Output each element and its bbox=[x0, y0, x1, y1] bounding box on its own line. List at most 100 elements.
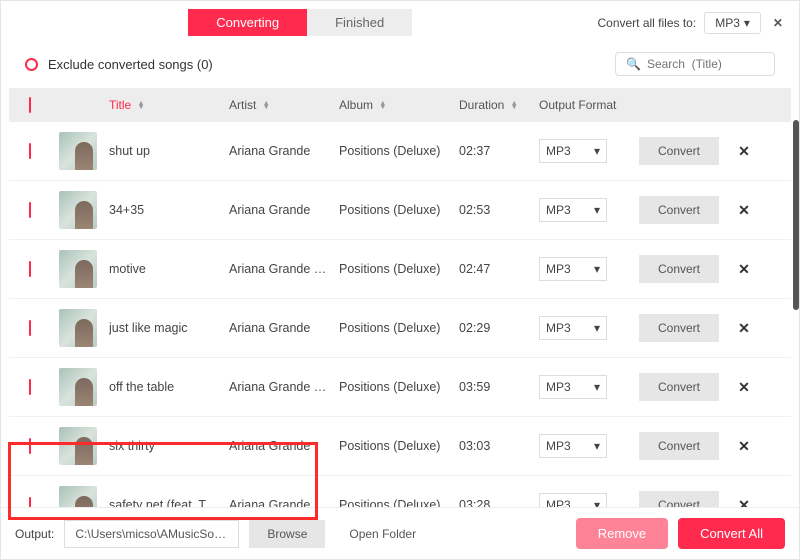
convert-button[interactable]: Convert bbox=[639, 491, 719, 507]
album-art bbox=[59, 368, 97, 406]
convert-button[interactable]: Convert bbox=[639, 255, 719, 283]
delete-row-icon[interactable]: ✕ bbox=[734, 202, 754, 218]
row-format-select[interactable]: MP3▾ bbox=[539, 198, 607, 222]
caret-down-icon: ▾ bbox=[594, 380, 600, 394]
tab-finished[interactable]: Finished bbox=[307, 9, 412, 36]
row-format-value: MP3 bbox=[546, 439, 571, 453]
album-art bbox=[59, 486, 97, 507]
cell-artist: Ariana Grande bbox=[229, 203, 339, 217]
convert-button[interactable]: Convert bbox=[639, 137, 719, 165]
global-format-select[interactable]: MP3 ▾ bbox=[704, 12, 761, 34]
convert-button[interactable]: Convert bbox=[639, 373, 719, 401]
album-art bbox=[59, 132, 97, 170]
remove-button[interactable]: Remove bbox=[576, 518, 668, 549]
cell-album: Positions (Deluxe) bbox=[339, 262, 459, 276]
open-folder-button[interactable]: Open Folder bbox=[335, 520, 430, 548]
sort-icon: ▲▼ bbox=[263, 102, 270, 110]
th-album[interactable]: Album ▲▼ bbox=[339, 98, 459, 112]
cell-album: Positions (Deluxe) bbox=[339, 144, 459, 158]
th-title[interactable]: Title ▲▼ bbox=[109, 98, 229, 112]
row-format-value: MP3 bbox=[546, 498, 571, 507]
cell-duration: 03:03 bbox=[459, 439, 539, 453]
cell-title: safety net (feat. Ty … bbox=[109, 498, 229, 507]
cell-artist: Ariana Grande & … bbox=[229, 262, 339, 276]
cell-title: motive bbox=[109, 262, 229, 276]
cell-duration: 02:37 bbox=[459, 144, 539, 158]
row-checkbox[interactable] bbox=[29, 261, 31, 277]
cell-title: six thirty bbox=[109, 439, 229, 453]
output-path[interactable]: C:\Users\micso\AMusicSoft … bbox=[64, 520, 239, 548]
row-checkbox[interactable] bbox=[29, 379, 31, 395]
row-format-select[interactable]: MP3 ▾ bbox=[539, 375, 607, 399]
caret-down-icon: ▾ bbox=[594, 498, 600, 507]
row-checkbox[interactable] bbox=[29, 438, 31, 454]
table-row: off the tableAriana Grande & …Positions … bbox=[9, 358, 791, 417]
delete-row-icon[interactable]: ✕ bbox=[734, 320, 754, 336]
cell-title: just like magic bbox=[109, 321, 229, 335]
album-art bbox=[59, 309, 97, 347]
row-format-select[interactable]: MP3▾ bbox=[539, 316, 607, 340]
convert-all-button[interactable]: Convert All bbox=[678, 518, 785, 549]
cell-title: off the table bbox=[109, 380, 229, 394]
delete-row-icon[interactable]: ✕ bbox=[734, 261, 754, 277]
cell-duration: 02:53 bbox=[459, 203, 539, 217]
table-header: Title ▲▼ Artist ▲▼ Album ▲▼ Duration ▲▼ … bbox=[9, 88, 791, 122]
browse-button[interactable]: Browse bbox=[249, 520, 325, 548]
th-artist-label: Artist bbox=[229, 98, 256, 112]
filter-row: Exclude converted songs (0) 🔍 bbox=[1, 44, 799, 84]
scrollbar-thumb[interactable] bbox=[793, 120, 799, 310]
th-album-label: Album bbox=[339, 98, 373, 112]
row-checkbox[interactable] bbox=[29, 202, 31, 218]
cell-duration: 03:28 bbox=[459, 498, 539, 507]
close-icon[interactable]: ✕ bbox=[769, 16, 787, 30]
th-duration-label: Duration bbox=[459, 98, 504, 112]
delete-row-icon[interactable]: ✕ bbox=[734, 143, 754, 159]
row-checkbox[interactable] bbox=[29, 143, 31, 159]
cell-duration: 03:59 bbox=[459, 380, 539, 394]
row-format-value: MP3 bbox=[546, 144, 571, 158]
tab-converting[interactable]: Converting bbox=[188, 9, 307, 36]
table-row: shut upAriana GrandePositions (Deluxe)02… bbox=[9, 122, 791, 181]
topbar-right: Convert all files to: MP3 ▾ ✕ bbox=[597, 12, 787, 34]
cell-artist: Ariana Grande & … bbox=[229, 380, 339, 394]
convert-button[interactable]: Convert bbox=[639, 196, 719, 224]
row-checkbox[interactable] bbox=[29, 497, 31, 507]
cell-album: Positions (Deluxe) bbox=[339, 203, 459, 217]
convert-all-label: Convert all files to: bbox=[597, 16, 696, 30]
th-duration[interactable]: Duration ▲▼ bbox=[459, 98, 539, 112]
table-row: 34+35Ariana GrandePositions (Deluxe)02:5… bbox=[9, 181, 791, 240]
row-format-value: MP3 bbox=[546, 262, 571, 276]
convert-button[interactable]: Convert bbox=[639, 314, 719, 342]
output-label: Output: bbox=[15, 527, 54, 541]
cell-album: Positions (Deluxe) bbox=[339, 380, 459, 394]
cell-title: shut up bbox=[109, 144, 229, 158]
caret-down-icon: ▾ bbox=[744, 16, 750, 30]
th-output-format: Output Format bbox=[539, 98, 639, 112]
search-box[interactable]: 🔍 bbox=[615, 52, 775, 76]
table-row: just like magicAriana GrandePositions (D… bbox=[9, 299, 791, 358]
row-format-select[interactable]: MP3▾ bbox=[539, 139, 607, 163]
delete-row-icon[interactable]: ✕ bbox=[734, 497, 754, 508]
row-checkbox[interactable] bbox=[29, 320, 31, 336]
tab-group: Converting Finished bbox=[188, 9, 412, 36]
caret-down-icon: ▾ bbox=[594, 262, 600, 276]
th-artist[interactable]: Artist ▲▼ bbox=[229, 98, 339, 112]
row-format-select[interactable]: MP3 ▾ bbox=[539, 257, 607, 281]
table-row: safety net (feat. Ty …Ariana GrandePosit… bbox=[9, 476, 791, 507]
convert-button[interactable]: Convert bbox=[639, 432, 719, 460]
exclude-radio[interactable] bbox=[25, 58, 38, 71]
row-format-value: MP3 bbox=[546, 380, 571, 394]
row-format-value: MP3 bbox=[546, 321, 571, 335]
row-format-select[interactable]: MP3▾ bbox=[539, 434, 607, 458]
delete-row-icon[interactable]: ✕ bbox=[734, 438, 754, 454]
row-format-select[interactable]: MP3 ▾ bbox=[539, 493, 607, 507]
delete-row-icon[interactable]: ✕ bbox=[734, 379, 754, 395]
cell-title: 34+35 bbox=[109, 203, 229, 217]
global-format-value: MP3 bbox=[715, 16, 740, 30]
cell-artist: Ariana Grande bbox=[229, 439, 339, 453]
table-row: six thirtyAriana GrandePositions (Deluxe… bbox=[9, 417, 791, 476]
search-input[interactable] bbox=[647, 57, 764, 71]
select-all-checkbox[interactable] bbox=[29, 97, 31, 113]
sort-icon: ▲▼ bbox=[138, 102, 145, 110]
cell-album: Positions (Deluxe) bbox=[339, 439, 459, 453]
